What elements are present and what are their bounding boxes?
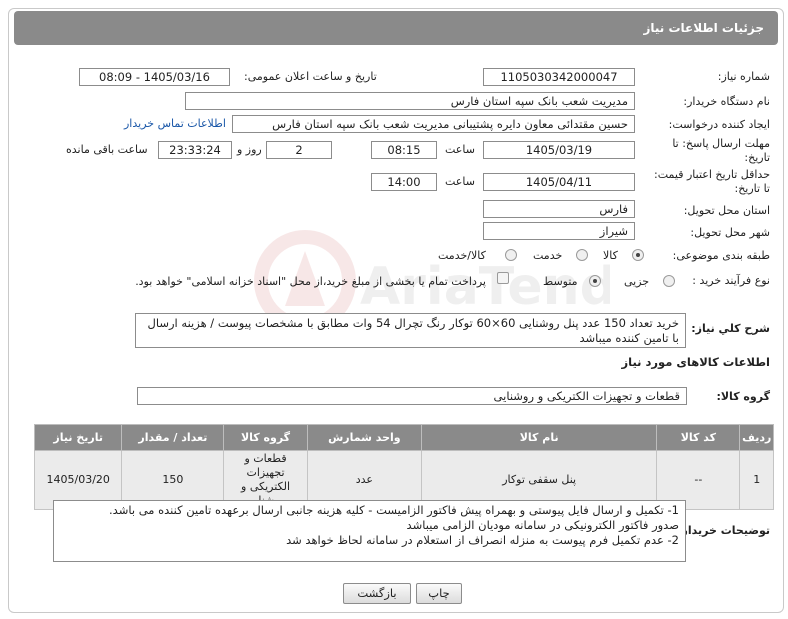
requester-field: حسین مقتدائی معاون دایره پشتیبانی مدیریت… [232, 115, 635, 133]
deadline-time-label: ساعت [445, 143, 475, 156]
buyer-notes-field: 1- تکمیل و ارسال فایل پیوستی و بهمراه پی… [53, 500, 686, 562]
deadline-time-field: 08:15 [371, 141, 437, 159]
province-field: فارس [483, 200, 635, 218]
deadline-label: مهلت ارسال پاسخ: تا [672, 137, 770, 150]
deadline-date-field: 1405/03/19 [483, 141, 635, 159]
validity-date-field: 1405/04/11 [483, 173, 635, 191]
col-header-name: نام کالا [421, 424, 658, 451]
requester-label: ایجاد کننده درخواست: [668, 118, 770, 131]
announce-date-field: 1405/03/16 - 08:09 [79, 68, 230, 86]
buyer-note-line-3: 2- عدم تکمیل فرم پیوست به منزله انصراف ا… [286, 533, 679, 547]
process-medium-radio[interactable] [589, 275, 601, 287]
city-label: شهر محل تحویل: [690, 226, 770, 239]
validity-time-label: ساعت [445, 175, 475, 188]
deadline-label-2: تاریخ: [744, 151, 770, 164]
col-header-date: تاریخ نیاز [33, 424, 123, 451]
print-button[interactable]: چاپ [416, 583, 462, 604]
process-minor-label: جزیی [624, 275, 650, 288]
need-number-field: 1105030342000047 [483, 68, 635, 86]
col-header-code: کد کالا [656, 424, 741, 451]
category-goods-label: کالا [603, 249, 618, 262]
goods-group-field: قطعات و تجهیزات الکتریکی و روشنایی [137, 387, 687, 405]
description-label: شرح کلي نياز: [691, 322, 770, 335]
buyer-note-line-1: 1- تکمیل و ارسال فایل پیوستی و بهمراه پی… [109, 503, 679, 517]
remaining-time-label: ساعت باقی مانده [66, 143, 148, 156]
remaining-days-field: 2 [266, 141, 332, 159]
description-field: خرید تعداد 150 عدد پنل روشنایی 60×60 توک… [135, 313, 686, 348]
page-header: جزئیات اطلاعات نیاز [14, 11, 778, 45]
city-field: شیراز [483, 222, 635, 240]
category-goods-service-radio[interactable] [505, 249, 517, 261]
category-service-label: خدمت [533, 249, 563, 262]
buyer-contact-link[interactable]: اطلاعات تماس خریدار [124, 117, 226, 130]
process-minor-radio[interactable] [663, 275, 675, 287]
category-label: طبقه بندی موضوعی: [672, 249, 770, 262]
goods-table: ردیف کد کالا نام کالا واحد شمارش گروه کا… [33, 424, 774, 510]
validity-label: حداقل تاریخ اعتبار قیمت: [654, 168, 770, 181]
treasury-checkbox[interactable] [497, 272, 509, 284]
validity-label-2: تا تاریخ: [734, 182, 770, 195]
process-label: نوع فرآیند خرید : [692, 274, 770, 287]
buyer-notes-label: توضیحات خریدار: [677, 524, 770, 537]
category-goods-service-label: کالا/خدمت [438, 249, 486, 262]
col-header-group: گروه کالا [223, 424, 308, 451]
announce-date-label: تاریخ و ساعت اعلان عمومی: [244, 70, 377, 83]
table-header-row: ردیف کد کالا نام کالا واحد شمارش گروه کا… [33, 424, 774, 451]
col-header-row: ردیف [739, 424, 774, 451]
col-header-qty: تعداد / مقدار [121, 424, 225, 451]
need-number-label: شماره نیاز: [717, 70, 770, 83]
buyer-note-line-2: صدور فاکتور الکترونیکی در سامانه مودیان … [406, 518, 679, 532]
days-label: روز و [237, 143, 262, 156]
back-button[interactable]: بازگشت [343, 583, 411, 604]
remaining-time-field: 23:33:24 [158, 141, 232, 159]
goods-section-title: اطلاعات کالاهای مورد نیاز [621, 355, 770, 369]
cell-row: 1 [739, 450, 774, 510]
category-service-radio[interactable] [576, 249, 588, 261]
validity-time-field: 14:00 [371, 173, 437, 191]
col-header-unit: واحد شمارش [306, 424, 423, 451]
treasury-text: پرداخت تمام یا بخشی از مبلغ خرید،از محل … [135, 275, 486, 288]
category-goods-radio[interactable] [632, 249, 644, 261]
goods-group-label: گروه کالا: [716, 390, 770, 403]
province-label: استان محل تحویل: [683, 204, 770, 217]
process-medium-label: متوسط [543, 275, 578, 288]
buyer-org-label: نام دستگاه خریدار: [683, 95, 770, 108]
buyer-org-field: مدیریت شعب بانک سپه استان فارس [185, 92, 635, 110]
